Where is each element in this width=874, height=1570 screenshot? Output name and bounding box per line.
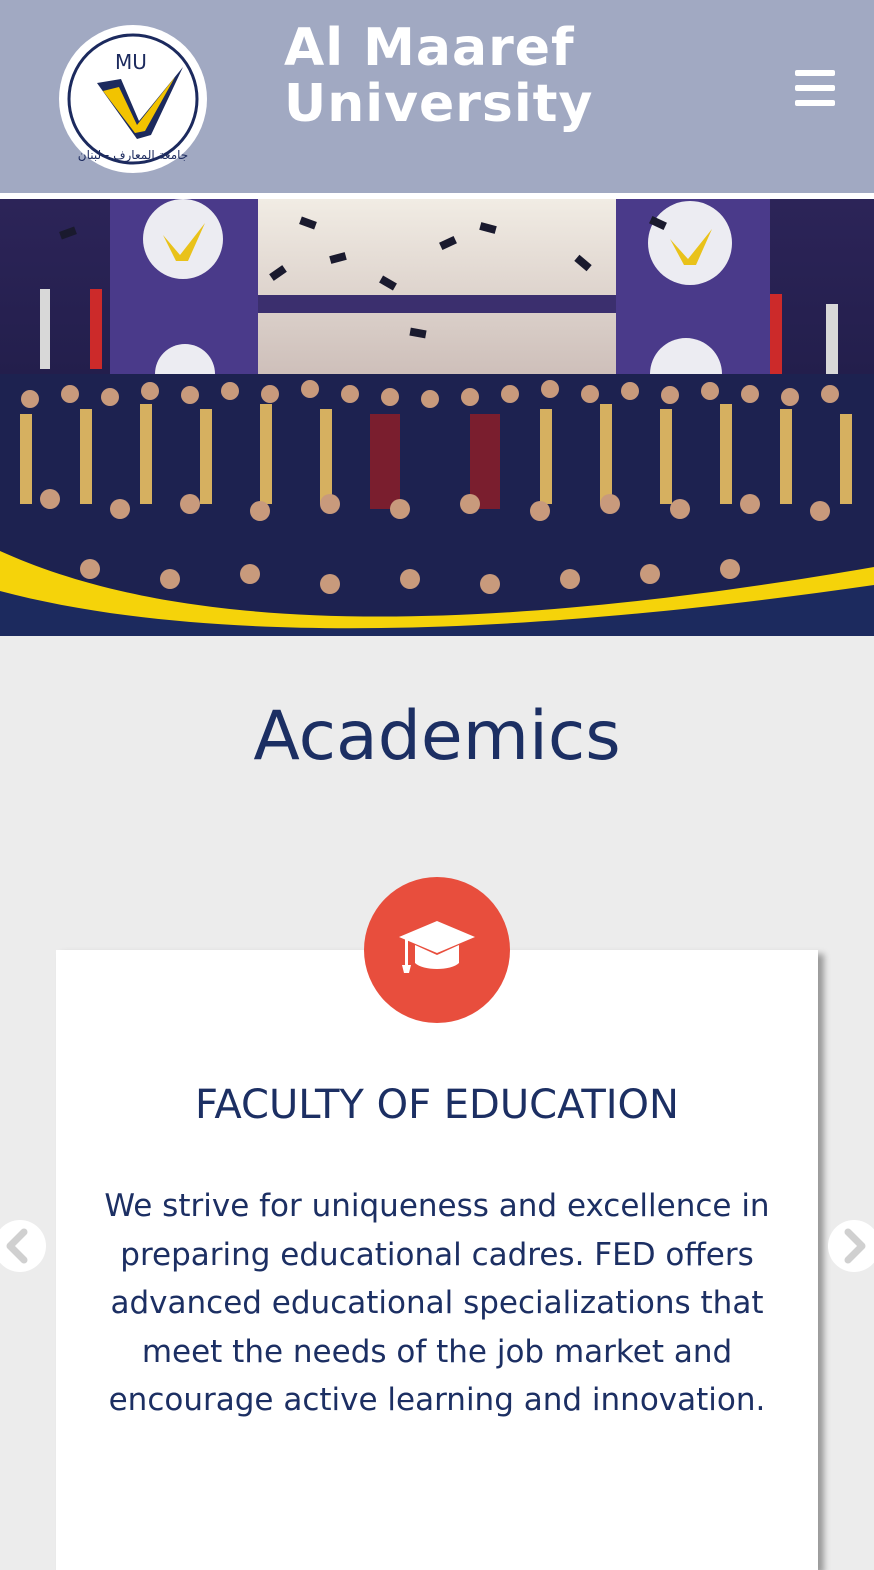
site-title[interactable]: Al Maaref University: [284, 20, 593, 132]
hamburger-line: [795, 100, 835, 106]
carousel-next-button[interactable]: [828, 1220, 874, 1272]
chevron-left-icon: [6, 1228, 28, 1264]
svg-text:MU: MU: [115, 50, 147, 74]
hamburger-menu-icon: [795, 70, 835, 76]
university-logo[interactable]: MU جامعة المعارف - لبنان: [59, 25, 207, 173]
academics-heading: Academics: [253, 697, 621, 776]
site-header: MU جامعة المعارف - لبنان Al Maaref Unive…: [0, 0, 874, 199]
hamburger-line: [795, 85, 835, 91]
mu-logo-icon: MU جامعة المعارف - لبنان: [59, 25, 207, 173]
site-title-line-1: Al Maaref: [284, 18, 575, 78]
faculty-icon-badge: [364, 877, 510, 1023]
faculty-card-description: We strive for uniqueness and excellence …: [104, 1188, 770, 1418]
svg-text:جامعة المعارف - لبنان: جامعة المعارف - لبنان: [78, 148, 188, 163]
faculty-card[interactable]: FACULTY OF EDUCATION We strive for uniqu…: [56, 950, 818, 1570]
chevron-right-icon: [844, 1228, 866, 1264]
carousel-prev-button[interactable]: [0, 1220, 46, 1272]
hero-image: [0, 199, 874, 636]
graduation-photo: [0, 199, 874, 636]
graduation-cap-icon: [399, 921, 475, 973]
site-title-line-2: University: [284, 74, 594, 134]
hamburger-menu-button[interactable]: [790, 70, 840, 114]
faculty-card-title[interactable]: FACULTY OF EDUCATION: [56, 1080, 818, 1130]
